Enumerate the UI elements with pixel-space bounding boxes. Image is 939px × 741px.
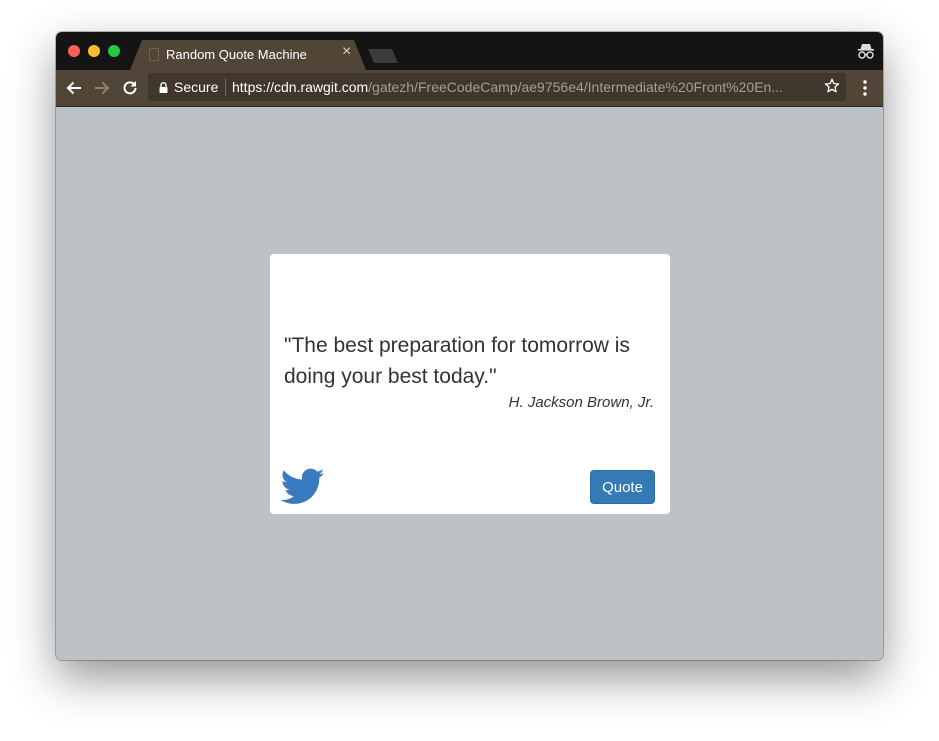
address-bar[interactable]: Secure https://cdn.rawgit.com/gatezh/Fre… xyxy=(148,73,846,101)
lock-icon xyxy=(159,82,168,93)
page-viewport: "The best preparation for tomorrow is do… xyxy=(56,106,883,660)
quote-text: "The best preparation for tomorrow is do… xyxy=(284,334,630,388)
window-close-button[interactable] xyxy=(68,45,80,57)
title-bar: Random Quote Machine × xyxy=(56,32,883,70)
new-tab-button[interactable] xyxy=(368,49,398,63)
tab-title: Random Quote Machine xyxy=(166,47,307,62)
quote-author: H. Jackson Brown, Jr. xyxy=(508,394,654,411)
url-path: /gatezh/FreeCodeCamp/ae9756e4/Intermedia… xyxy=(368,79,783,95)
url-text[interactable]: https://cdn.rawgit.com/gatezh/FreeCodeCa… xyxy=(232,79,812,95)
forward-arrow-icon[interactable] xyxy=(92,78,112,98)
bookmark-star-icon[interactable] xyxy=(824,78,840,94)
browser-toolbar: Secure https://cdn.rawgit.com/gatezh/Fre… xyxy=(56,70,883,106)
tab-close-icon[interactable]: × xyxy=(342,44,351,60)
incognito-icon xyxy=(858,44,874,59)
secure-label: Secure xyxy=(174,79,219,95)
omnibox-divider xyxy=(225,78,226,96)
back-arrow-icon[interactable] xyxy=(64,78,84,98)
reload-icon[interactable] xyxy=(120,78,140,98)
url-host: https://cdn.rawgit.com xyxy=(232,79,369,95)
page-icon xyxy=(149,48,159,61)
twitter-icon[interactable] xyxy=(281,468,325,506)
new-quote-button[interactable]: Quote xyxy=(590,470,655,504)
browser-window: Random Quote Machine × Secure https://cd… xyxy=(56,32,883,660)
kebab-menu-icon[interactable] xyxy=(859,78,871,98)
tab-random-quote-machine[interactable]: Random Quote Machine × xyxy=(130,40,366,70)
quote-card: "The best preparation for tomorrow is do… xyxy=(270,254,670,514)
window-maximize-button[interactable] xyxy=(108,45,120,57)
window-minimize-button[interactable] xyxy=(88,45,100,57)
